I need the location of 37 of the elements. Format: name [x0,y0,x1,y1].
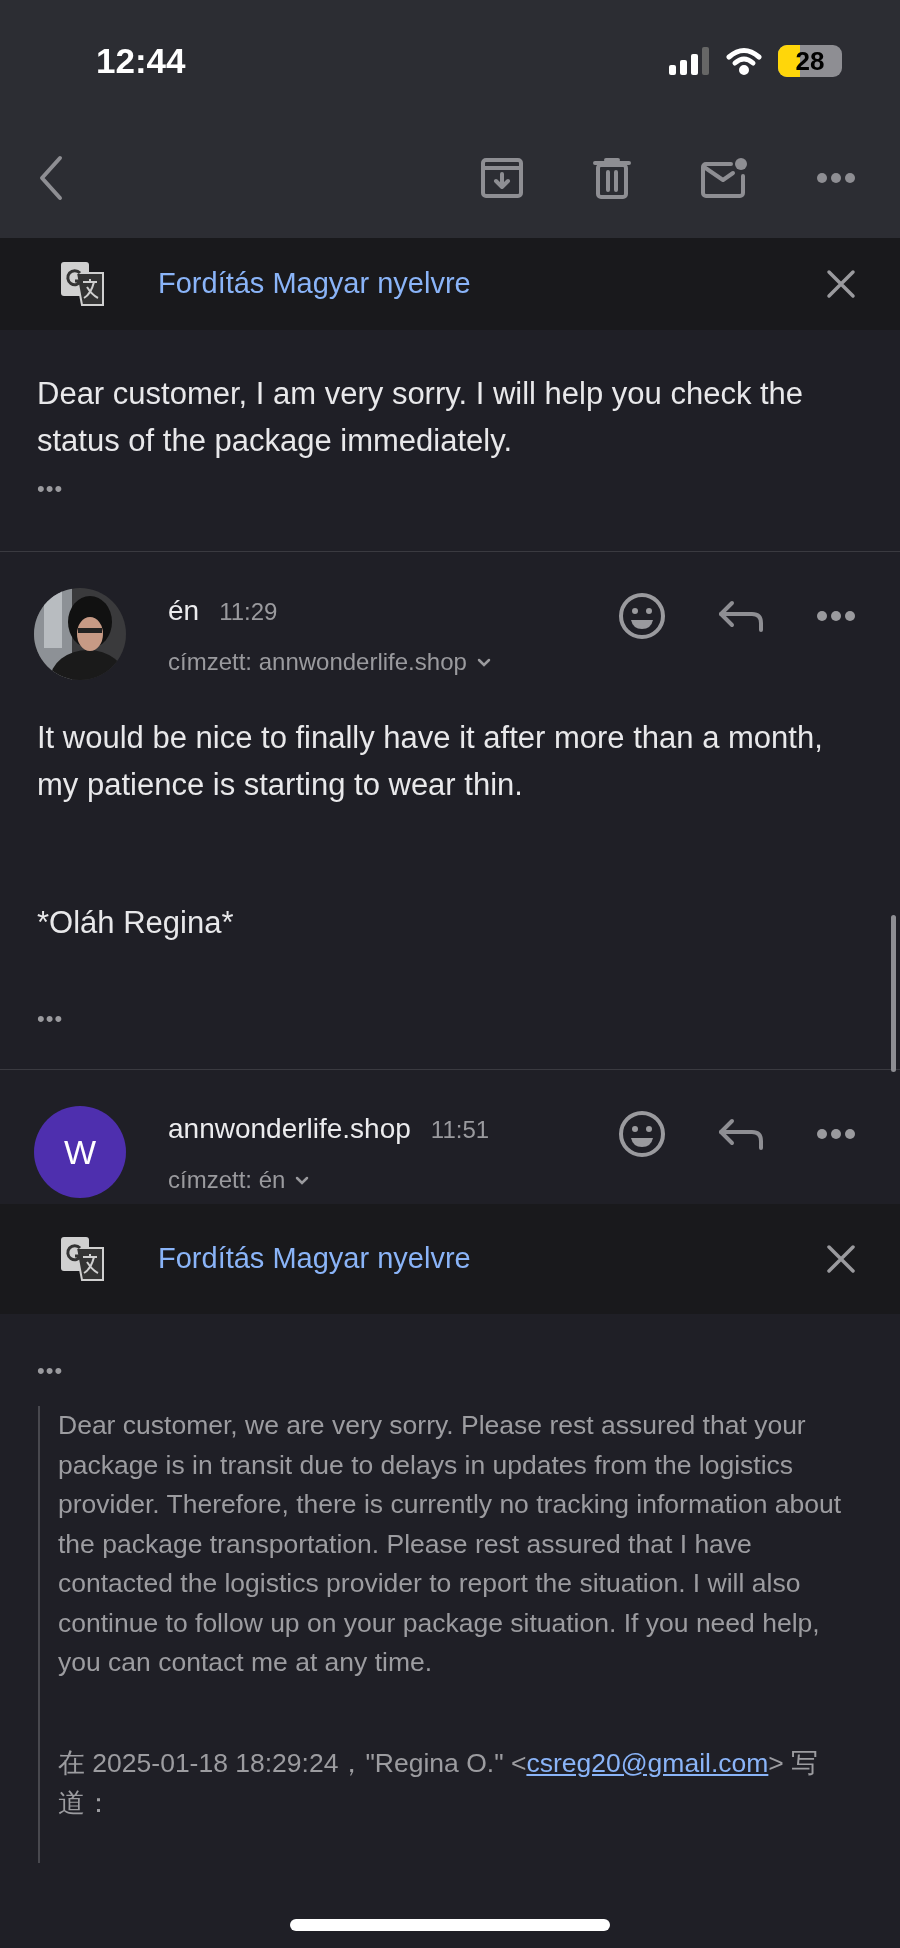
wifi-icon [726,47,762,75]
emoji-icon[interactable] [618,592,666,640]
message-text: Dear customer, I am very sorry. I will help you check the status of the package immediately. [37,375,805,460]
more-ellipsis[interactable]: ••• [37,478,64,500]
close-icon[interactable] [826,269,856,299]
translate-icon[interactable] [60,261,106,307]
archive-icon[interactable] [480,156,524,200]
more-icon[interactable] [816,1128,856,1140]
translate-link[interactable]: Fordítás Magyar nyelvre [158,1237,471,1281]
sender-name: én [168,594,200,628]
close-icon[interactable] [826,1244,856,1274]
more-icon[interactable] [816,172,856,184]
reply-icon[interactable] [718,1117,764,1151]
recipient-dropdown[interactable]: címzett: én [168,1162,490,1198]
avatar: W [34,1106,126,1198]
recipient-dropdown[interactable]: címzett: annwonderlife.shop [168,644,491,680]
translate-link[interactable]: Fordítás Magyar nyelvre [158,262,471,306]
clock-time: 12:44 [96,39,186,82]
translate-icon[interactable] [60,1236,106,1282]
message-text: *Oláh Regina* [37,904,235,942]
quote-attribution: 在 2025-01-18 18:29:24，"Regina O." <csreg20@gmail.com> 写道： [58,1746,820,1820]
chevron-down-icon [295,1175,310,1185]
email-link[interactable]: csreg20@gmail.com [526,1747,769,1778]
more-ellipsis[interactable]: ••• [37,1008,64,1030]
emoji-icon[interactable] [618,1110,666,1158]
mail-unread-icon[interactable] [700,156,748,200]
message-time: 11:29 [219,597,278,627]
delete-icon[interactable] [592,156,632,200]
chevron-down-icon [476,657,491,667]
message-time: 11:51 [430,1115,490,1145]
reply-icon[interactable] [718,599,764,633]
more-icon[interactable] [816,610,856,622]
sender-name: annwonderlife.shop [168,1112,411,1146]
quoted-text: Dear customer, we are very sorry. Please rest assured that your package is in transit due to delays in updates from the logistics provider. Therefore, there is currently no tracking information about the package transportation. Please rest assured that I have contacted the logistics provider to report the situation. I will also continue to follow up on your package situation. If you need help, you can contact me at any time. [58,1409,843,1679]
message-text: It would be nice to finally have it after more than a month, my patience is starting to wear thin. [37,719,824,804]
signal-icon [668,46,710,76]
more-ellipsis[interactable]: ••• [37,1360,64,1382]
